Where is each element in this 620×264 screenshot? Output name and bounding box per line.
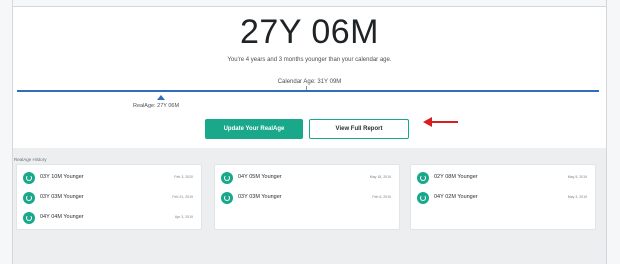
left-gutter <box>0 0 13 264</box>
history-item[interactable]: 03Y 10M Younger Feb 3, 2020 <box>23 170 195 186</box>
history-item-text: 02Y 08M Younger <box>434 174 478 180</box>
history-item-text: 03Y 10M Younger <box>40 174 84 180</box>
realage-marker-icon <box>157 95 165 100</box>
refresh-clock-icon <box>417 192 429 204</box>
history-item-text: 04Y 04M Younger <box>40 214 84 220</box>
real-age-value: 27Y 06M <box>240 13 379 51</box>
history-item[interactable]: 03Y 03M Younger Feb 21, 2019 <box>23 190 195 206</box>
refresh-clock-icon <box>23 172 35 184</box>
refresh-clock-icon <box>221 192 233 204</box>
refresh-clock-icon <box>23 212 35 224</box>
age-difference-text: You're 4 years and 3 months younger than… <box>227 57 392 63</box>
refresh-clock-icon <box>23 192 35 204</box>
right-gutter <box>606 0 620 264</box>
history-item-date: Feb 6, 2019 <box>372 195 391 199</box>
history-item[interactable]: 04Y 04M Younger Apr 3, 2019 <box>23 210 195 226</box>
history-item[interactable]: 04Y 05M Younger May 18, 2019 <box>221 170 393 186</box>
age-scale-bar <box>17 90 599 92</box>
history-item-date: Feb 3, 2020 <box>174 175 193 179</box>
history-item[interactable]: 03Y 03M Younger Feb 6, 2019 <box>221 190 393 206</box>
history-item-date: May 18, 2019 <box>369 175 391 179</box>
refresh-clock-icon <box>221 172 233 184</box>
realage-history-title: RealAge History <box>14 157 47 162</box>
history-card-1: 03Y 10M Younger Feb 3, 2020 03Y 03M Youn… <box>16 164 202 230</box>
top-gutter <box>13 0 606 7</box>
realage-marker-label: RealAge: 27Y 06M <box>133 103 180 109</box>
history-item[interactable]: 02Y 08M Younger May 5, 2019 <box>417 170 589 186</box>
view-full-report-button[interactable]: View Full Report <box>309 119 409 139</box>
history-item-date: Apr 3, 2019 <box>174 215 193 219</box>
history-item-text: 04Y 05M Younger <box>238 174 282 180</box>
update-realage-button[interactable]: Update Your RealAge <box>205 119 303 139</box>
history-card-3: 02Y 08M Younger May 5, 2019 04Y 02M Youn… <box>410 164 596 230</box>
realage-summary-panel: 27Y 06M You're 4 years and 3 months youn… <box>13 7 606 148</box>
calendar-age-label: Calendar Age: 31Y 09M <box>277 79 342 85</box>
history-item-text: 03Y 03M Younger <box>40 194 84 200</box>
history-item-date: Feb 21, 2019 <box>172 195 193 199</box>
refresh-clock-icon <box>417 172 429 184</box>
history-item-date: May 3, 2019 <box>567 195 587 199</box>
app-frame: 27Y 06M You're 4 years and 3 months youn… <box>0 0 620 264</box>
history-card-2: 04Y 05M Younger May 18, 2019 03Y 03M You… <box>214 164 400 230</box>
red-arrow-shaft <box>430 121 458 123</box>
history-item-text: 03Y 03M Younger <box>238 194 282 200</box>
history-item[interactable]: 04Y 02M Younger May 3, 2019 <box>417 190 589 206</box>
history-item-text: 04Y 02M Younger <box>434 194 478 200</box>
history-item-date: May 5, 2019 <box>567 175 587 179</box>
